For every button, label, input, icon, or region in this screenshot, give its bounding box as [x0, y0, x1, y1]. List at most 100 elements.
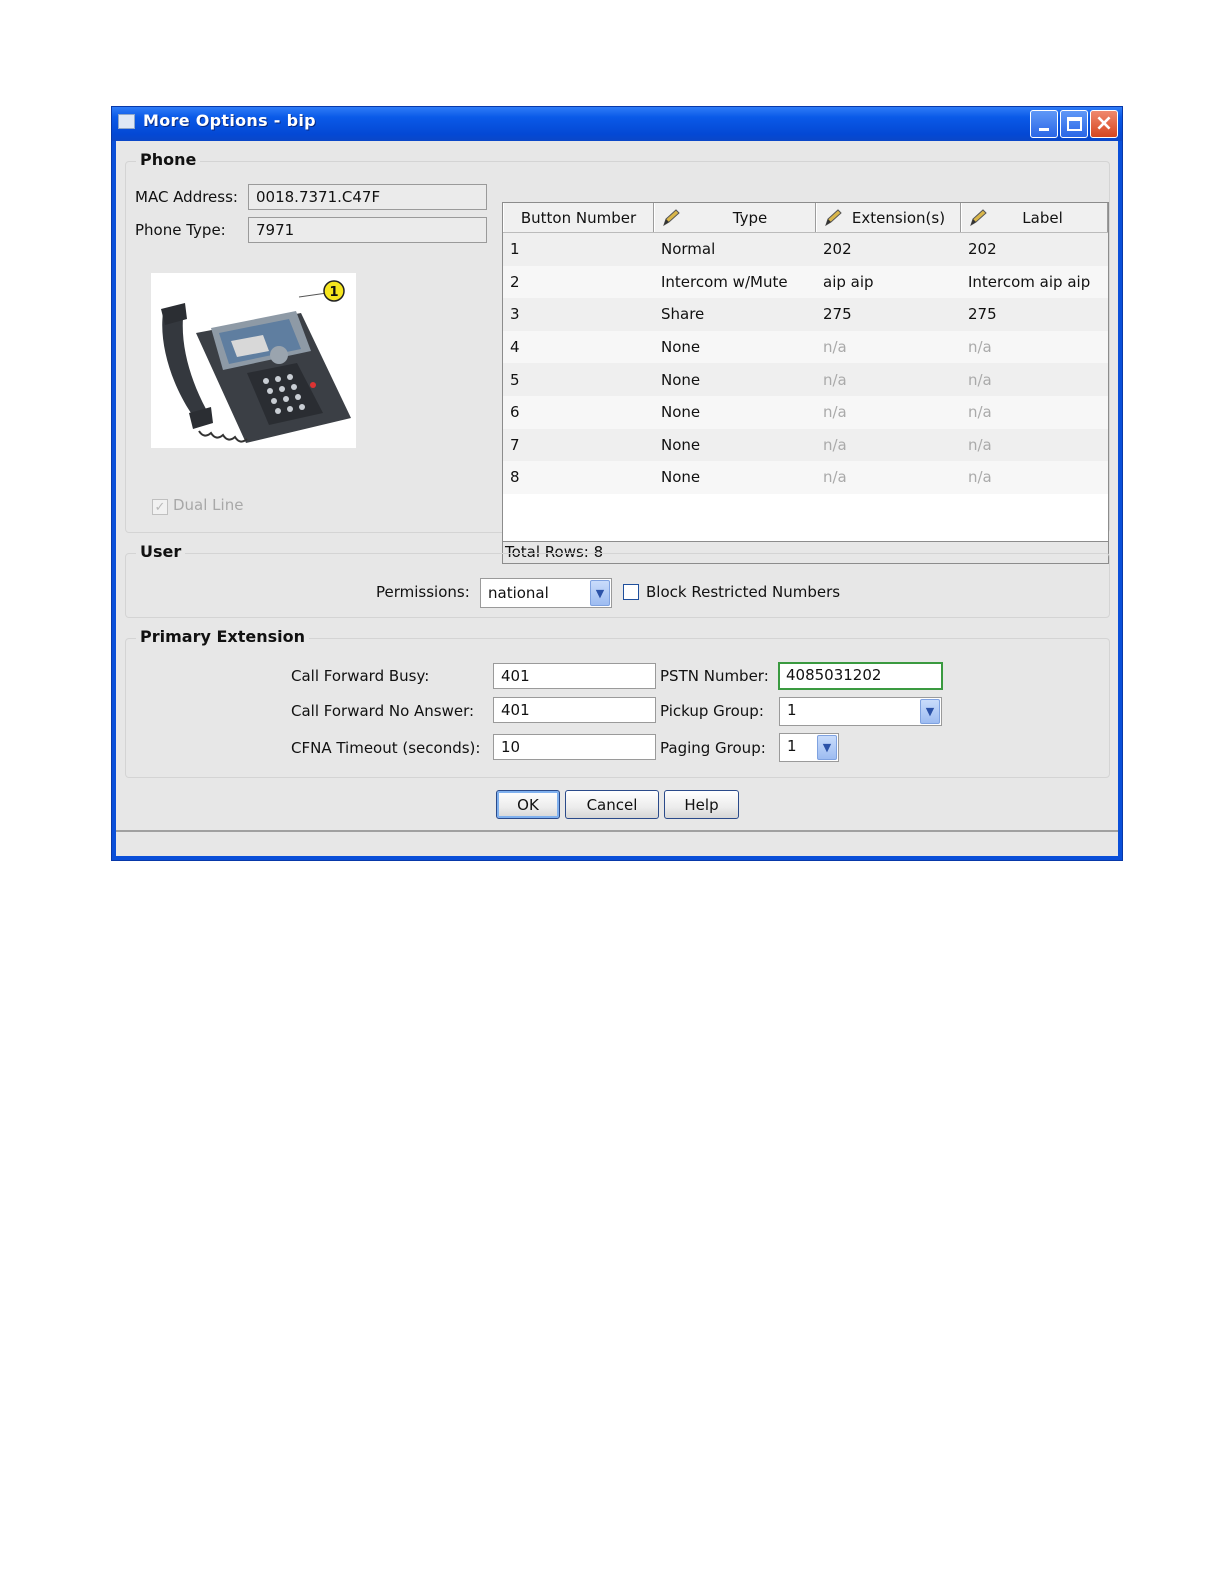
window-title: More Options - bip — [143, 111, 316, 130]
user-group: User Permissions: national ▼ Block Restr… — [125, 542, 1110, 618]
block-restricted-checkbox[interactable] — [623, 584, 639, 600]
column-header-label: Type — [732, 208, 768, 227]
title-bar[interactable]: More Options - bip × — [112, 107, 1122, 141]
maximize-button[interactable] — [1060, 110, 1088, 138]
buttons-grid[interactable]: Button Number Type Extension(s) Label 1 … — [502, 202, 1109, 542]
cell-type[interactable]: Share — [654, 305, 816, 323]
permissions-label: Permissions: — [376, 583, 470, 601]
cell-type[interactable]: None — [654, 371, 816, 389]
mac-address-field[interactable]: 0018.7371.C47F — [248, 184, 487, 210]
cell-type[interactable]: None — [654, 403, 816, 421]
primary-extension-title: Primary Extension — [136, 627, 309, 646]
cell-type[interactable]: Normal — [654, 240, 816, 258]
column-header-extensions[interactable]: Extension(s) — [816, 203, 961, 232]
cell-label: n/a — [968, 338, 992, 357]
cell-extension[interactable]: aip aip — [816, 273, 961, 291]
cell-type[interactable]: None — [654, 338, 816, 356]
mac-address-label: MAC Address: — [135, 188, 238, 206]
pencil-icon — [970, 209, 987, 227]
table-row[interactable]: 7 None n/a n/a — [503, 428, 1108, 462]
block-restricted-label: Block Restricted Numbers — [646, 583, 841, 601]
minimize-button[interactable] — [1030, 110, 1058, 138]
pencil-icon — [825, 209, 842, 227]
cell-label: n/a — [968, 468, 992, 487]
dual-line-checkbox[interactable]: ✓ — [152, 499, 168, 515]
cell-label[interactable]: 202 — [961, 240, 1108, 258]
grid-header-row: Button Number Type Extension(s) Label — [503, 203, 1108, 233]
call-forward-busy-input[interactable]: 401 — [493, 663, 656, 689]
pickup-group-select[interactable]: 1 ▼ — [779, 697, 942, 726]
call-forward-busy-label: Call Forward Busy: — [291, 667, 430, 685]
phone-group-title: Phone — [136, 150, 201, 169]
dual-line-label: Dual Line — [173, 496, 244, 514]
cell-button-number: 8 — [510, 468, 520, 487]
cell-button-number: 5 — [510, 370, 520, 389]
cell-label: n/a — [968, 435, 992, 454]
cell-type[interactable]: None — [654, 468, 816, 486]
cell-extension: n/a — [823, 403, 847, 422]
cell-type[interactable]: Intercom w/Mute — [654, 273, 816, 291]
table-row[interactable]: 8 None n/a n/a — [503, 461, 1108, 494]
phone-type-field[interactable]: 7971 — [248, 217, 487, 243]
column-header-label[interactable]: Label — [961, 203, 1108, 232]
cell-button-number: 4 — [510, 338, 520, 357]
pickup-group-value: 1 — [787, 701, 797, 719]
cell-label[interactable]: Intercom aip aip — [961, 273, 1108, 291]
close-button[interactable]: × — [1090, 110, 1118, 138]
pickup-group-label: Pickup Group: — [660, 702, 764, 720]
maximize-icon — [1066, 117, 1082, 131]
cell-label: n/a — [968, 370, 992, 389]
cell-label: n/a — [968, 403, 992, 422]
minimize-icon — [1039, 127, 1049, 131]
cell-label[interactable]: 275 — [961, 305, 1108, 323]
cell-extension[interactable]: 202 — [816, 240, 961, 258]
paging-group-value: 1 — [787, 737, 797, 755]
paging-group-label: Paging Group: — [660, 739, 766, 757]
table-row[interactable]: 4 None n/a n/a — [503, 330, 1108, 364]
cell-extension[interactable]: 275 — [816, 305, 961, 323]
phone-group: Phone MAC Address: 0018.7371.C47F Phone … — [125, 150, 1110, 564]
cell-type[interactable]: None — [654, 436, 816, 454]
chevron-down-icon[interactable]: ▼ — [817, 735, 837, 760]
table-row[interactable]: 3 Share 275 275 — [503, 298, 1108, 331]
cell-extension: n/a — [823, 370, 847, 389]
status-bar — [116, 830, 1118, 856]
call-forward-no-answer-input[interactable]: 401 — [493, 697, 656, 723]
pstn-number-input[interactable]: 4085031202 — [778, 662, 943, 690]
table-row[interactable]: 1 Normal 202 202 — [503, 233, 1108, 266]
table-row[interactable]: 2 Intercom w/Mute aip aip Intercom aip aip — [503, 265, 1108, 299]
user-group-title: User — [136, 542, 186, 561]
table-row[interactable]: 5 None n/a n/a — [503, 363, 1108, 396]
column-header-label: Extension(s) — [851, 208, 946, 227]
help-button[interactable]: Help — [664, 790, 739, 819]
table-row[interactable]: 6 None n/a n/a — [503, 395, 1108, 429]
window-icon — [118, 114, 135, 129]
cell-button-number: 2 — [510, 272, 520, 291]
cfna-timeout-label: CFNA Timeout (seconds): — [291, 739, 481, 757]
ok-button[interactable]: OK — [496, 790, 560, 819]
callout-number: 1 — [329, 285, 338, 300]
column-header-label: Button Number — [520, 208, 637, 227]
permissions-select[interactable]: national ▼ — [480, 578, 612, 608]
column-header-type[interactable]: Type — [654, 203, 816, 232]
dialog-client-area: Phone MAC Address: 0018.7371.C47F Phone … — [116, 141, 1118, 856]
pstn-number-label: PSTN Number: — [660, 667, 769, 685]
cell-button-number: 3 — [510, 305, 520, 324]
cell-extension: n/a — [823, 435, 847, 454]
cell-extension: n/a — [823, 468, 847, 487]
column-header-label: Label — [1022, 208, 1063, 227]
chevron-down-icon[interactable]: ▼ — [920, 699, 940, 724]
phone-type-label: Phone Type: — [135, 221, 226, 239]
pencil-icon — [663, 209, 680, 227]
paging-group-select[interactable]: 1 ▼ — [779, 733, 839, 762]
cfna-timeout-input[interactable]: 10 — [493, 734, 656, 760]
permissions-value: national — [488, 584, 549, 602]
cancel-button[interactable]: Cancel — [565, 790, 659, 819]
chevron-down-icon[interactable]: ▼ — [590, 580, 610, 606]
close-icon: × — [1094, 111, 1114, 136]
cell-button-number: 7 — [510, 435, 520, 454]
column-header-button-number[interactable]: Button Number — [503, 203, 654, 232]
primary-extension-group: Primary Extension Call Forward Busy: 401… — [125, 627, 1110, 778]
call-forward-no-answer-label: Call Forward No Answer: — [291, 702, 475, 720]
cell-button-number: 1 — [510, 240, 520, 259]
